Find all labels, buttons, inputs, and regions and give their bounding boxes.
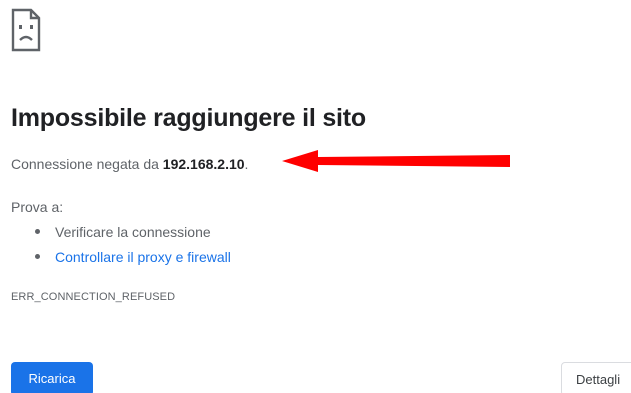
suggestion-check-connection: Verificare la connessione	[35, 222, 231, 247]
details-button[interactable]: Dettagli	[561, 362, 631, 393]
suggestion-label: Verificare la connessione	[55, 224, 211, 240]
error-page: Impossibile raggiungere il sito Connessi…	[0, 0, 631, 393]
proxy-firewall-link[interactable]: Controllare il proxy e firewall	[55, 249, 231, 265]
suggestion-check-proxy-firewall[interactable]: Controllare il proxy e firewall	[35, 247, 231, 272]
error-code: ERR_CONNECTION_REFUSED	[11, 291, 176, 303]
summary-host: 192.168.2.10	[162, 156, 245, 172]
sad-page-icon	[11, 8, 41, 52]
reload-button[interactable]: Ricarica	[11, 362, 93, 393]
suggestions-list: Verificare la connessione Controllare il…	[35, 222, 231, 272]
red-arrow-annotation	[282, 150, 510, 172]
page-title: Impossibile raggiungere il sito	[11, 104, 366, 132]
error-summary: Connessione negata da 192.168.2.10.	[11, 156, 248, 172]
try-label: Prova a:	[11, 199, 64, 215]
summary-prefix: Connessione negata da	[11, 156, 163, 172]
summary-suffix: .	[244, 156, 249, 172]
bullet-icon	[35, 229, 40, 234]
bullet-icon	[35, 254, 40, 259]
